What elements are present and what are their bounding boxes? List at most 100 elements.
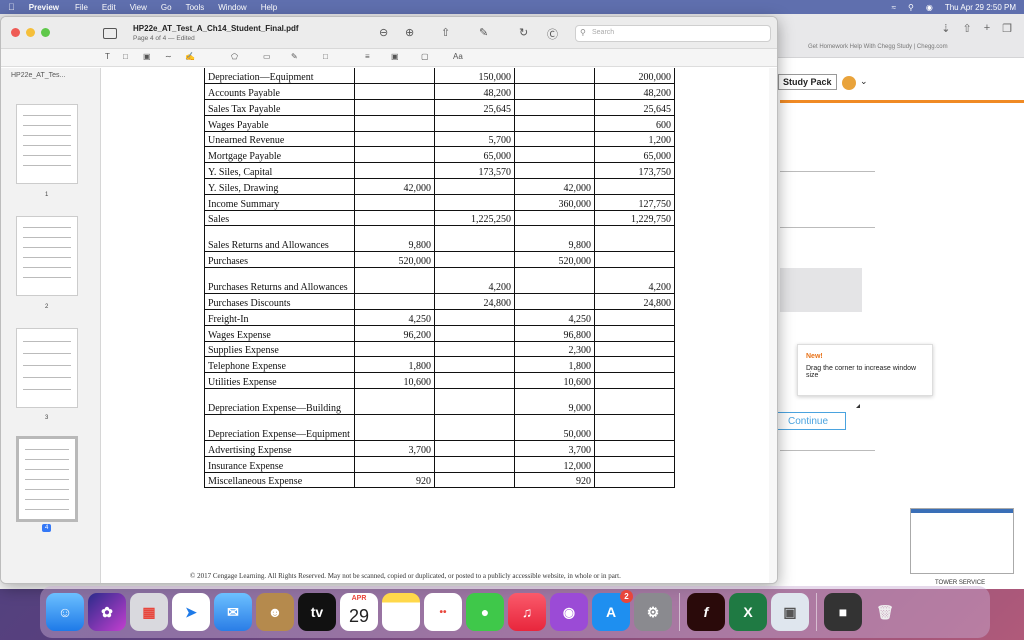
table-row: Mortgage Payable 65,000 65,000: [204, 146, 675, 164]
tooltip-new-label: New!: [806, 353, 823, 360]
amount-cell-c2: [434, 115, 515, 132]
spotlight-icon[interactable]: ⚲: [908, 3, 914, 12]
text-selection-icon[interactable]: T: [105, 52, 110, 61]
menu-window[interactable]: Window: [218, 3, 246, 12]
dock-mail[interactable]: ✉: [214, 593, 252, 631]
dock-trash[interactable]: 🗑: [866, 593, 904, 631]
fill-color-icon[interactable]: ▢: [421, 52, 429, 61]
dock-reminders[interactable]: ••: [424, 593, 462, 631]
amount-cell-c2: [434, 194, 515, 211]
amount-cell-c1: 42,000: [354, 178, 435, 195]
clock[interactable]: Thu Apr 29 2:50 PM: [945, 3, 1016, 12]
dock-screenshot[interactable]: ■: [824, 593, 862, 631]
browser-tab-title[interactable]: Get Homework Help With Chegg Study | Che…: [808, 44, 948, 50]
chevron-down-icon[interactable]: ⌄: [860, 76, 868, 87]
menu-tools[interactable]: Tools: [186, 3, 205, 12]
amount-cell-c3: [514, 99, 595, 116]
note-icon[interactable]: □: [323, 52, 328, 61]
page-thumbnail-2[interactable]: [16, 216, 78, 296]
dock-safari[interactable]: ➤: [172, 593, 210, 631]
dock-messages[interactable]: ●: [466, 593, 504, 631]
zoom-button[interactable]: [41, 28, 50, 37]
menu-view[interactable]: View: [130, 3, 147, 12]
account-name: Wages Payable: [204, 115, 355, 132]
dock-finder[interactable]: ☺: [46, 593, 84, 631]
zoom-in-icon[interactable]: ⊕: [405, 26, 414, 39]
table-row: Supplies Expense 2,300: [204, 341, 675, 358]
share-icon[interactable]: ⇧: [441, 26, 450, 39]
sign-icon[interactable]: ✎: [291, 52, 298, 61]
text-box-icon[interactable]: ▭: [263, 52, 271, 61]
dock-preview[interactable]: ▣: [771, 593, 809, 631]
tabs-overview-icon[interactable]: ❐: [1002, 22, 1012, 35]
dock-flash[interactable]: f: [687, 593, 725, 631]
menu-edit[interactable]: Edit: [102, 3, 116, 12]
page-thumbnail-3[interactable]: [16, 328, 78, 408]
dock-launchpad[interactable]: ▦: [130, 593, 168, 631]
account-name: Depreciation Expense—Equipment: [204, 414, 355, 442]
dock-music[interactable]: ♫: [508, 593, 546, 631]
text-style-icon[interactable]: Aa: [453, 52, 463, 61]
tv-label: tv: [310, 604, 324, 620]
markup-pen-icon[interactable]: ✎: [479, 26, 488, 39]
close-button[interactable]: [11, 28, 20, 37]
table-row: Income Summary 360,000 127,750: [204, 194, 675, 211]
dock-app-store[interactable]: A2: [592, 590, 633, 631]
rotate-icon[interactable]: ↻: [519, 26, 528, 39]
dock-siri[interactable]: ✿: [88, 593, 126, 631]
markup-toolbar-icon[interactable]: Ⓒ: [547, 26, 558, 42]
document-preview-thumbnail[interactable]: [910, 508, 1014, 574]
dock-notes[interactable]: [382, 593, 420, 631]
sidebar-toggle-icon[interactable]: [103, 28, 117, 39]
study-pack-button[interactable]: Study Pack: [778, 74, 837, 90]
continue-button[interactable]: Continue: [770, 412, 846, 430]
new-tab-icon[interactable]: +: [984, 22, 990, 35]
dock-podcasts[interactable]: ◉: [550, 593, 588, 631]
rect-select-icon[interactable]: □: [123, 52, 128, 61]
amount-cell-c3: [514, 210, 595, 227]
amount-cell-c3: 2,300: [514, 341, 595, 358]
border-color-icon[interactable]: ▣: [391, 52, 399, 61]
account-name: Y. Siles, Drawing: [204, 178, 355, 195]
control-center-icon[interactable]: ◉: [926, 3, 933, 12]
avatar[interactable]: [842, 76, 856, 90]
app-menu[interactable]: Preview: [29, 3, 59, 12]
draw-icon[interactable]: ✍: [185, 52, 195, 61]
amount-cell-c1: [354, 414, 435, 442]
line-style-icon[interactable]: ≡: [365, 52, 370, 61]
amount-cell-c4: 127,750: [594, 194, 675, 211]
share-icon[interactable]: ⇧: [962, 22, 971, 35]
minimize-button[interactable]: [26, 28, 35, 37]
resize-corner-icon[interactable]: [856, 404, 860, 408]
scrollbar[interactable]: [769, 68, 777, 583]
table-row: Purchases Returns and Allowances 4,200 4,2…: [204, 267, 675, 295]
amount-cell-c3: 96,800: [514, 325, 595, 342]
zoom-out-icon[interactable]: ⊖: [379, 26, 388, 39]
search-input[interactable]: ⚲ Search: [575, 25, 771, 42]
dock-tv[interactable]: tv: [298, 593, 336, 631]
divider: [780, 227, 875, 228]
menu-help[interactable]: Help: [261, 3, 277, 12]
page-thumbnail-4[interactable]: [16, 436, 78, 522]
table-row: Purchases 520,000 520,000: [204, 251, 675, 269]
dock-system-preferences[interactable]: ⚙: [634, 593, 672, 631]
dock-contacts[interactable]: ☻: [256, 593, 294, 631]
dock-calendar[interactable]: APR 29: [340, 593, 378, 631]
redact-icon[interactable]: ▣: [143, 52, 151, 61]
amount-cell-c3: 1,800: [514, 356, 595, 374]
amount-cell-c1: 520,000: [354, 251, 435, 269]
amount-cell-c4: [594, 178, 675, 195]
sketch-icon[interactable]: ∼: [165, 52, 172, 61]
account-name: Supplies Expense: [204, 341, 355, 358]
shapes-icon[interactable]: ⬠: [231, 52, 238, 61]
dock-excel[interactable]: X: [729, 593, 767, 631]
divider: [780, 450, 875, 451]
wifi-icon[interactable]: ≈: [892, 3, 896, 12]
menu-go[interactable]: Go: [161, 3, 172, 12]
apple-menu-icon[interactable]: : [8, 2, 15, 12]
menu-file[interactable]: File: [75, 3, 88, 12]
resize-tooltip: New! Drag the corner to increase window …: [797, 344, 933, 396]
download-icon[interactable]: ⇣: [941, 22, 950, 35]
page-number-selected: 4: [42, 524, 52, 532]
page-thumbnail-1[interactable]: [16, 104, 78, 184]
